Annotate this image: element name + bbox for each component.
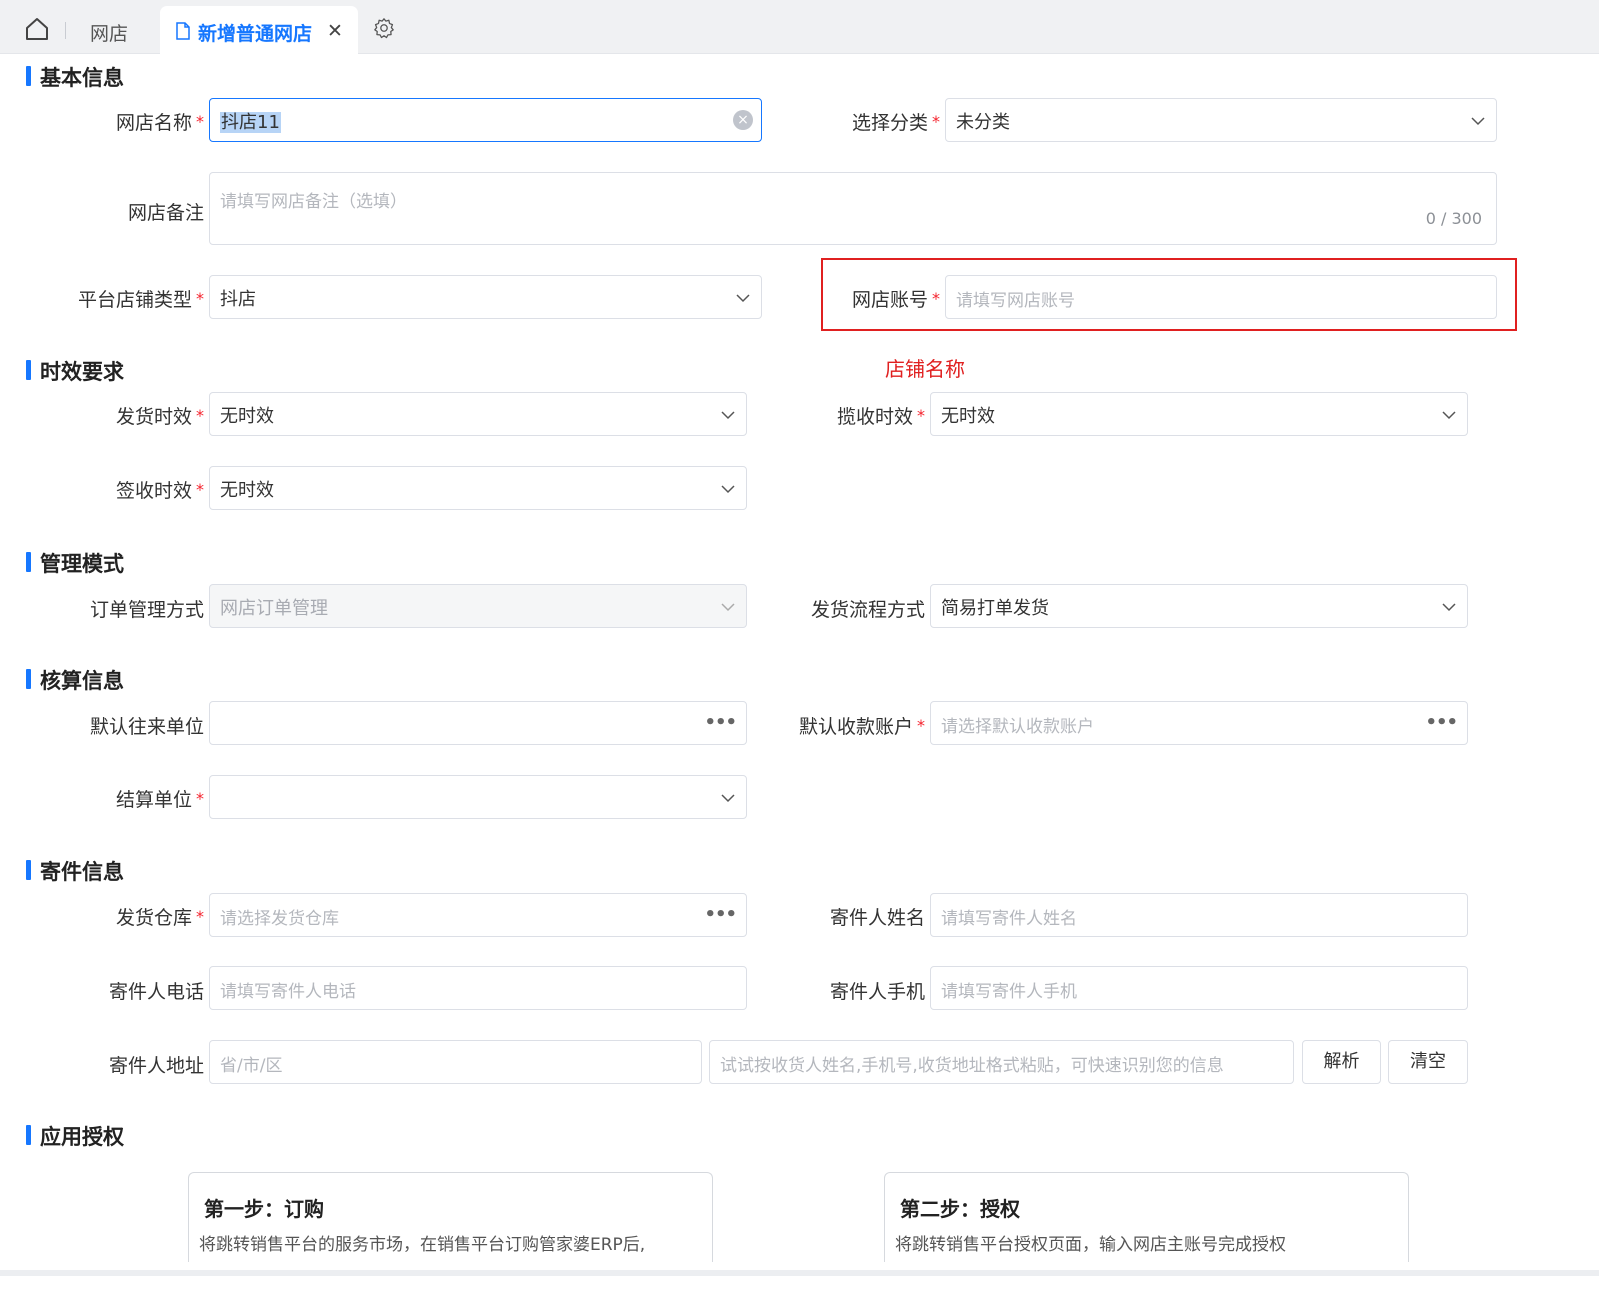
receipt-account-placeholder: 请选择默认收款账户 xyxy=(941,717,1094,737)
auth-step-authorize-card: 第二步：授权 将跳转销售平台授权页面，输入网店主账号完成授权 xyxy=(884,1172,1409,1272)
address-paste-placeholder: 试试按收货人姓名,手机号,收货地址格式粘贴，可快速识别您的信息 xyxy=(720,1056,1224,1076)
tab-shop[interactable]: 网店 xyxy=(90,19,128,46)
shop-account-input[interactable]: 请填写网店账号 xyxy=(945,275,1497,319)
order-mode-select: 网店订单管理 xyxy=(209,584,747,628)
sign-time-select[interactable]: 无时效 xyxy=(209,466,747,510)
section-title: 寄件信息 xyxy=(40,860,124,884)
order-mode-value: 网店订单管理 xyxy=(220,598,328,619)
step-description: 将跳转销售平台的服务市场，在销售平台订购管家婆ERP后, xyxy=(199,1235,646,1255)
sender-mobile-placeholder: 请填写寄件人手机 xyxy=(941,982,1077,1002)
platform-type-select[interactable]: 抖店 xyxy=(209,275,762,319)
parse-button[interactable]: 解析 xyxy=(1302,1040,1381,1084)
receipt-account-label: 默认收款账户 * xyxy=(798,716,925,738)
chevron-down-icon xyxy=(736,294,750,303)
remark-textarea[interactable]: 请填写网店备注（选填） 0 / 300 xyxy=(209,172,1497,245)
remark-label: 网店备注 xyxy=(127,202,204,224)
close-icon[interactable]: ✕ xyxy=(327,21,343,41)
pickup-time-select[interactable]: 无时效 xyxy=(930,392,1468,436)
sender-name-placeholder: 请填写寄件人姓名 xyxy=(941,909,1077,929)
more-icon[interactable]: ••• xyxy=(704,712,737,733)
shop-account-placeholder: 请填写网店账号 xyxy=(956,291,1075,311)
sender-phone-input[interactable]: 请填写寄件人电话 xyxy=(209,966,747,1010)
ship-flow-value: 简易打单发货 xyxy=(941,598,1049,619)
ship-flow-label: 发货流程方式 xyxy=(810,599,925,621)
platform-type-value: 抖店 xyxy=(220,289,256,310)
shop-name-label: 网店名称 * xyxy=(115,112,204,134)
horizontal-scrollbar[interactable] xyxy=(0,1270,1599,1276)
warehouse-placeholder: 请选择发货仓库 xyxy=(220,909,339,929)
annotation-text: 店铺名称 xyxy=(885,357,965,381)
ship-time-select[interactable]: 无时效 xyxy=(209,392,747,436)
tab-new-shop[interactable]: 新增普通网店 ✕ xyxy=(160,6,358,54)
pickup-time-value: 无时效 xyxy=(941,406,995,427)
shop-name-value: 抖店11 xyxy=(220,112,281,133)
ship-time-value: 无时效 xyxy=(220,406,274,427)
gear-icon[interactable] xyxy=(373,17,395,39)
sender-phone-placeholder: 请填写寄件人电话 xyxy=(220,982,356,1002)
address-paste-input[interactable]: 试试按收货人姓名,手机号,收货地址格式粘贴，可快速识别您的信息 xyxy=(709,1040,1294,1084)
auth-step-order-card: 第一步：订购 将跳转销售平台的服务市场，在销售平台订购管家婆ERP后, xyxy=(188,1172,713,1272)
sender-name-input[interactable]: 请填写寄件人姓名 xyxy=(930,893,1468,937)
sign-time-value: 无时效 xyxy=(220,480,274,501)
region-cascader[interactable]: 省/市/区 xyxy=(209,1040,702,1084)
section-title: 应用授权 xyxy=(40,1125,124,1149)
chevron-down-icon xyxy=(721,411,735,420)
category-value: 未分类 xyxy=(956,112,1010,133)
settlement-unit-select[interactable] xyxy=(209,775,747,819)
ship-time-label: 发货时效 * xyxy=(115,406,204,428)
section-accent-bar xyxy=(26,552,31,572)
section-title: 核算信息 xyxy=(40,669,124,693)
section-accent-bar xyxy=(26,360,31,380)
platform-type-label: 平台店铺类型 * xyxy=(77,289,204,311)
receipt-account-picker[interactable]: 请选择默认收款账户 ••• xyxy=(930,701,1468,745)
sender-address-label: 寄件人地址 xyxy=(108,1055,204,1077)
category-select[interactable]: 未分类 xyxy=(945,98,1497,142)
chevron-down-icon xyxy=(1471,117,1485,126)
section-title: 时效要求 xyxy=(40,360,124,384)
step-title: 第一步：订购 xyxy=(204,1197,324,1221)
sender-phone-label: 寄件人电话 xyxy=(108,981,204,1003)
chevron-down-icon xyxy=(721,794,735,803)
tab-bar: 网店 新增普通网店 ✕ xyxy=(0,0,1599,54)
order-mode-label: 订单管理方式 xyxy=(89,599,204,621)
tab-divider xyxy=(65,22,66,39)
settlement-unit-label: 结算单位 * xyxy=(115,789,204,811)
partner-picker[interactable]: ••• xyxy=(209,701,747,745)
remark-char-count: 0 / 300 xyxy=(1425,209,1482,228)
section-accent-bar xyxy=(26,669,31,689)
clear-icon[interactable]: × xyxy=(733,110,753,130)
chevron-down-icon xyxy=(1442,411,1456,420)
document-icon xyxy=(176,22,190,40)
shop-name-input[interactable]: 抖店11 × xyxy=(209,98,762,142)
category-label: 选择分类 * xyxy=(851,112,940,134)
warehouse-picker[interactable]: 请选择发货仓库 ••• xyxy=(209,893,747,937)
more-icon[interactable]: ••• xyxy=(1425,712,1458,733)
shop-account-label: 网店账号 * xyxy=(851,289,940,311)
sign-time-label: 签收时效 * xyxy=(115,480,204,502)
warehouse-label: 发货仓库 * xyxy=(115,907,204,929)
more-icon[interactable]: ••• xyxy=(704,904,737,925)
sender-mobile-input[interactable]: 请填写寄件人手机 xyxy=(930,966,1468,1010)
partner-label: 默认往来单位 xyxy=(89,716,204,738)
step-description: 将跳转销售平台授权页面，输入网店主账号完成授权 xyxy=(895,1235,1286,1255)
step-title: 第二步：授权 xyxy=(900,1197,1020,1221)
home-icon[interactable] xyxy=(24,16,50,42)
chevron-down-icon xyxy=(721,603,735,612)
page-bottom xyxy=(0,1262,1599,1306)
section-title: 基本信息 xyxy=(40,66,124,90)
remark-placeholder: 请填写网店备注（选填） xyxy=(220,192,407,212)
ship-flow-select[interactable]: 简易打单发货 xyxy=(930,584,1468,628)
clear-button[interactable]: 清空 xyxy=(1388,1040,1468,1084)
sender-mobile-label: 寄件人手机 xyxy=(829,981,925,1003)
chevron-down-icon xyxy=(1442,603,1456,612)
tab-title: 新增普通网店 xyxy=(198,23,313,45)
section-accent-bar xyxy=(26,66,31,86)
chevron-down-icon xyxy=(721,485,735,494)
region-placeholder: 省/市/区 xyxy=(220,1056,283,1076)
section-accent-bar xyxy=(26,860,31,880)
section-accent-bar xyxy=(26,1125,31,1145)
section-title: 管理模式 xyxy=(40,552,124,576)
sender-name-label: 寄件人姓名 xyxy=(829,907,925,929)
pickup-time-label: 揽收时效 * xyxy=(836,406,925,428)
